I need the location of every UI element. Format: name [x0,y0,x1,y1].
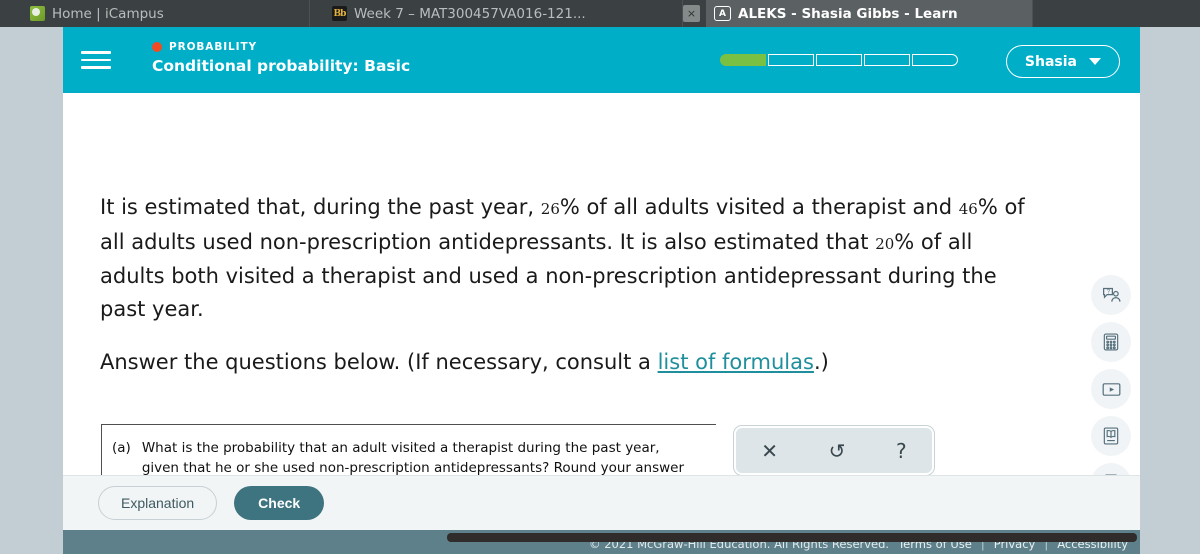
dictionary-icon[interactable] [1091,416,1131,456]
icampus-favicon-icon [30,6,45,21]
close-tab-icon[interactable]: × [683,5,700,22]
progress-segment-1 [720,54,766,66]
question-content: It is estimated that, during the past ye… [63,93,1140,475]
progress-segment-3 [816,54,862,66]
svg-text:?: ? [1106,288,1110,295]
browser-tab-title: Week 7 – MAT300457VA016-121... [354,5,586,22]
blackboard-favicon-icon: Bb [332,6,347,21]
progress-segment-2 [768,54,814,66]
math-input-toolbar: ✕ ↺ ? [734,426,934,475]
check-button[interactable]: Check [234,486,325,520]
browser-tab-icampus[interactable]: Home | iCampus [0,0,310,27]
subject-eyebrow: PROBABILITY [152,41,410,53]
left-gutter [0,27,63,554]
part-a-label: (a) [112,440,131,456]
aleks-header: PROBABILITY Conditional probability: Bas… [63,27,1140,93]
problem-statement: It is estimated that, during the past ye… [100,191,1035,379]
browser-tab-title: Home | iCampus [52,5,164,22]
list-of-formulas-link[interactable]: list of formulas [658,350,814,374]
p2-prefix: Answer the questions below. (If necessar… [100,350,658,374]
subject-label: PROBABILITY [169,41,258,53]
ask-question-icon[interactable]: ? [1091,275,1131,315]
stat-both: 20 [875,234,895,253]
p1-seg1: It is estimated that, during the past ye… [100,195,541,219]
hamburger-icon[interactable] [81,45,111,75]
undo-button[interactable]: ↺ [829,441,846,461]
problem-paragraph-2: Answer the questions below. (If necessar… [100,346,1035,379]
status-dot-icon [152,42,162,52]
user-name-label: Shasia [1024,53,1077,70]
calculator-icon[interactable] [1091,322,1131,362]
header-title-block: PROBABILITY Conditional probability: Bas… [152,41,410,75]
part-a-container: (a) What is the probability that an adul… [101,424,716,475]
progress-bar [720,54,958,66]
progress-segment-5 [912,54,958,66]
horizontal-scrollbar-thumb[interactable] [447,533,1137,542]
part-a-question-text: What is the probability that an adult vi… [141,440,684,475]
chevron-down-icon [1089,58,1101,65]
page-title: Conditional probability: Basic [152,57,411,75]
application-window: Home | iCampus Bb Week 7 – MAT300457VA01… [0,0,1200,554]
problem-paragraph-1: It is estimated that, during the past ye… [100,191,1035,325]
stat-visited-therapist: 26 [540,200,560,218]
stat-used-antidepressants: 46 [958,200,978,218]
browser-tab-strip: Home | iCampus Bb Week 7 – MAT300457VA01… [0,0,1200,27]
p2-suffix: .) [813,350,829,374]
aleks-favicon-icon: A [714,6,731,21]
browser-tab-aleks[interactable]: A ALEKS - Shasia Gibbs - Learn [706,0,1033,27]
help-button[interactable]: ? [896,441,907,461]
p1-seg2: % of all adults visited a therapist and [559,195,959,219]
text-reference-icon[interactable]: Aa [1091,463,1131,475]
progress-segment-4 [864,54,910,66]
browser-tab-title: ALEKS - Shasia Gibbs - Learn [738,5,958,22]
clear-button[interactable]: ✕ [761,441,778,461]
video-icon[interactable] [1091,369,1131,409]
browser-tab-blackboard[interactable]: Bb Week 7 – MAT300457VA016-121... [310,0,683,27]
action-bar: Explanation Check [63,475,1140,530]
explanation-button[interactable]: Explanation [98,486,218,520]
user-menu-button[interactable]: Shasia [1005,45,1120,78]
tool-rail: ? [1090,275,1132,475]
right-gutter [1140,27,1200,554]
aleks-page: PROBABILITY Conditional probability: Bas… [63,27,1140,554]
